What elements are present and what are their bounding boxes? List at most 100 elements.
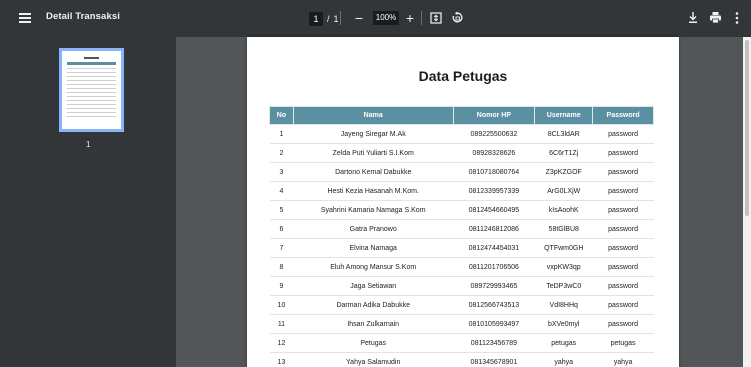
- page-number-input[interactable]: 1: [309, 12, 323, 26]
- cell-nomor-hp: 089729993465: [453, 276, 535, 296]
- table-row: 9 Jaga Setiawan 089729993465 TeDP3wC0 passwo…: [269, 276, 654, 296]
- page-indicator: 1 / 1: [309, 11, 339, 27]
- print-icon[interactable]: [709, 11, 722, 24]
- download-icon[interactable]: [687, 11, 699, 24]
- table-row: 5 Syahrini Kamaria Namaga S.Kom 0812454660…: [269, 200, 654, 220]
- thumbnail-sidebar: 1: [0, 37, 176, 367]
- cell-nomor-hp: 081345678901: [453, 352, 535, 367]
- cell-nomor-hp: 0810718080764: [453, 162, 535, 182]
- cell-username: Z3pKZGOF: [534, 162, 593, 182]
- cell-password: password: [592, 143, 654, 163]
- column-header-nomor-hp: Nomor HP: [452, 106, 536, 125]
- cell-nama: Yahya Salamudin: [293, 352, 454, 367]
- cell-username: TeDP3wC0: [534, 276, 593, 296]
- cell-no: 10: [269, 295, 294, 315]
- table-row: 6 Gatra Pranowo 0811246812086 58tGlBU8 passw…: [269, 219, 654, 239]
- cell-nomor-hp: 0812566743513: [453, 295, 535, 315]
- cell-nama: Dartono Kemal Dabukke: [293, 162, 454, 182]
- cell-no: 13: [269, 352, 294, 367]
- cell-username: yahya: [534, 352, 593, 367]
- cell-nomor-hp: 0812339957339: [453, 181, 535, 201]
- cell-nomor-hp: 0812474454031: [453, 238, 535, 258]
- pdf-viewer: Detail Transaksi 1 / 1 − 100% + 1 Data P…: [0, 0, 751, 367]
- petugas-table: No Nama Nomor HP Username Password 1 Jaye…: [269, 106, 654, 367]
- cell-username: QTFwm0GH: [534, 238, 593, 258]
- cell-username: petugas: [534, 333, 593, 353]
- table-row: 4 Hesti Kezia Hasanah M.Kom. 0812339957339…: [269, 181, 654, 201]
- page-total: 1: [333, 14, 339, 24]
- cell-username: 8CL3ldAR: [534, 124, 593, 144]
- cell-nama: Darman Adika Dabukke: [293, 295, 454, 315]
- hamburger-menu-icon[interactable]: [18, 11, 32, 25]
- cell-nama: Ihsan Zulkarnain: [293, 314, 454, 334]
- cell-nomor-hp: 081123456789: [453, 333, 535, 353]
- table-row: 7 Elvina Namaga 0812474454031 QTFwm0GH passw…: [269, 238, 654, 258]
- cell-nama: Jayeng Siregar M.Ak: [293, 124, 454, 144]
- cell-username: ArG0LXjW: [534, 181, 593, 201]
- zoom-in-button[interactable]: +: [402, 9, 418, 27]
- cell-password: petugas: [592, 333, 654, 353]
- table-row: 12 Petugas 081123456789 petugas petugas: [269, 333, 654, 353]
- cell-no: 6: [269, 219, 294, 239]
- cell-nomor-hp: 0810105993497: [453, 314, 535, 334]
- page-thumbnail[interactable]: [59, 48, 124, 132]
- cell-no: 3: [269, 162, 294, 182]
- cell-password: password: [592, 219, 654, 239]
- cell-username: 6C6rT1Zj: [534, 143, 593, 163]
- cell-password: password: [592, 162, 654, 182]
- cell-nama: Zelda Puti Yuliarti S.I.Kom: [293, 143, 454, 163]
- more-vertical-icon[interactable]: [734, 11, 740, 25]
- cell-nama: Petugas: [293, 333, 454, 353]
- zoom-input[interactable]: 100%: [373, 11, 399, 25]
- cell-nomor-hp: 089225500632: [453, 124, 535, 144]
- zoom-out-button[interactable]: −: [351, 9, 367, 27]
- cell-password: password: [592, 124, 654, 144]
- table-body: 1 Jayeng Siregar M.Ak 089225500632 8CL3ldAR…: [269, 124, 654, 367]
- cell-nama: Eluh Among Mansur S.Kom: [293, 257, 454, 277]
- table-header-row: No Nama Nomor HP Username Password: [269, 106, 654, 125]
- document-title: Detail Transaksi: [46, 11, 120, 22]
- cell-nomor-hp: 0812454660495: [453, 200, 535, 220]
- cell-nomor-hp: 0811246812086: [453, 219, 535, 239]
- cell-no: 2: [269, 143, 294, 163]
- table-row: 10 Darman Adika Dabukke 0812566743513 VdI8H…: [269, 295, 654, 315]
- cell-username: kIsAoohK: [534, 200, 593, 220]
- cell-no: 12: [269, 333, 294, 353]
- thumbnail-page-label: 1: [86, 140, 91, 149]
- cell-username: VdI8HHq: [534, 295, 593, 315]
- table-row: 11 Ihsan Zulkarnain 0810105993497 bXVe0myl p…: [269, 314, 654, 334]
- fit-to-page-icon[interactable]: [430, 12, 442, 24]
- cell-nama: Hesti Kezia Hasanah M.Kom.: [293, 181, 454, 201]
- cell-password: password: [592, 314, 654, 334]
- column-header-password: Password: [592, 106, 654, 125]
- table-row: 13 Yahya Salamudin 081345678901 yahya yahya: [269, 352, 654, 367]
- cell-password: password: [592, 200, 654, 220]
- column-header-nama: Nama: [292, 106, 454, 125]
- cell-username: bXVe0myl: [534, 314, 593, 334]
- page-title: Data Petugas: [418, 68, 508, 84]
- thumbnail-preview: [62, 51, 121, 129]
- cell-nomor-hp: 0811201706506: [453, 257, 535, 277]
- cell-nomor-hp: 08928328626: [453, 143, 535, 163]
- cell-password: password: [592, 276, 654, 296]
- page-separator: /: [327, 14, 330, 24]
- toolbar-divider: [421, 11, 422, 25]
- table-row: 8 Eluh Among Mansur S.Kom 0811201706506 vxp…: [269, 257, 654, 277]
- cell-nama: Elvina Namaga: [293, 238, 454, 258]
- table-row: 1 Jayeng Siregar M.Ak 089225500632 8CL3ldAR…: [269, 124, 654, 144]
- cell-username: vxpKW3qp: [534, 257, 593, 277]
- column-header-no: No: [269, 106, 294, 125]
- cell-nama: Gatra Pranowo: [293, 219, 454, 239]
- rotate-icon[interactable]: [451, 11, 464, 24]
- cell-nama: Syahrini Kamaria Namaga S.Kom: [293, 200, 454, 220]
- cell-password: password: [592, 238, 654, 258]
- cell-no: 1: [269, 124, 294, 144]
- cell-no: 8: [269, 257, 294, 277]
- cell-username: 58tGlBU8: [534, 219, 593, 239]
- cell-no: 4: [269, 181, 294, 201]
- cell-no: 9: [269, 276, 294, 296]
- cell-password: password: [592, 181, 654, 201]
- cell-password: password: [592, 257, 654, 277]
- scrollbar-thumb[interactable]: [745, 40, 749, 216]
- cell-no: 5: [269, 200, 294, 220]
